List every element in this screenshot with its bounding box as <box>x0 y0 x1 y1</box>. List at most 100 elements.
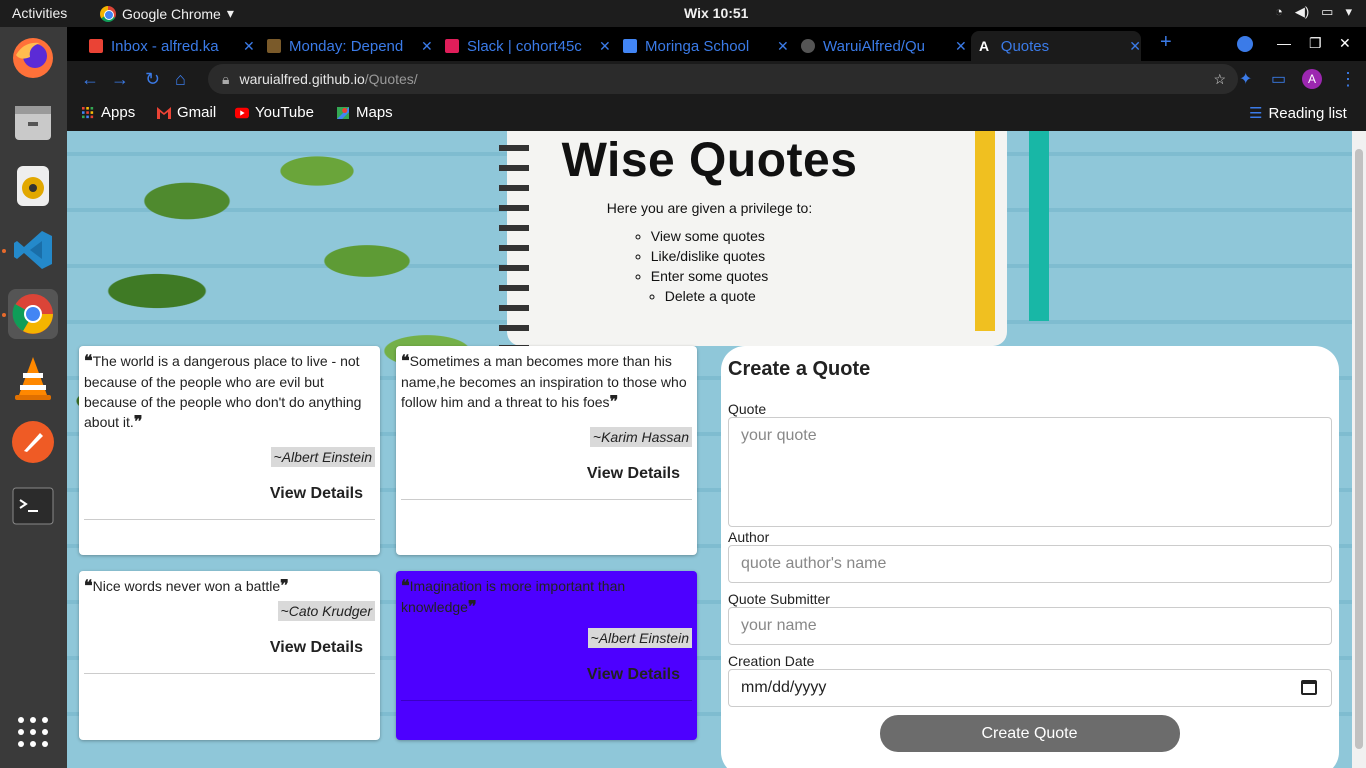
tab-quotes[interactable]: A Quotes ✕ <box>971 31 1141 61</box>
tab-title: Inbox - alfred.ka <box>111 37 219 55</box>
background-pencil <box>1029 131 1049 321</box>
close-icon[interactable]: ✕ <box>955 38 967 55</box>
vscode-icon[interactable] <box>8 225 58 275</box>
minimize-icon[interactable]: — <box>1277 35 1291 51</box>
quote-text: The world is a dangerous place to live -… <box>84 353 362 430</box>
files-icon[interactable] <box>8 97 58 147</box>
close-quote-icon: ❞ <box>609 394 619 411</box>
postman-icon[interactable] <box>8 417 58 467</box>
submitter-input[interactable]: your name <box>728 607 1332 645</box>
view-details-button[interactable]: View Details <box>84 621 375 673</box>
view-details-button[interactable]: View Details <box>401 447 692 499</box>
running-indicator <box>2 313 6 317</box>
bookmark-gmail[interactable]: Gmail <box>157 104 216 121</box>
author-input[interactable]: quote author's name <box>728 545 1332 583</box>
open-quote-icon: ❝ <box>84 353 93 370</box>
chevron-down-icon: ▾ <box>1345 4 1352 19</box>
scrollbar-thumb[interactable] <box>1355 149 1363 749</box>
bookmark-label: Apps <box>101 104 136 121</box>
reading-list-button[interactable]: ☰ Reading list <box>1249 104 1347 123</box>
forward-icon[interactable]: → <box>111 69 129 90</box>
divider <box>84 673 375 674</box>
angular-icon: A <box>979 38 990 54</box>
list-item: Enter some quotes <box>651 268 769 284</box>
show-applications-icon[interactable] <box>8 707 58 757</box>
tab-slack[interactable]: Slack | cohort45c ✕ <box>437 31 611 61</box>
bookmark-apps[interactable]: Apps <box>81 104 135 121</box>
close-icon[interactable]: ✕ <box>599 38 611 55</box>
quote-text: Nice words never won a battle <box>92 578 281 594</box>
divider <box>401 499 692 500</box>
quote-input[interactable]: your quote <box>728 417 1332 527</box>
system-top-bar: Activities Google Chrome ▾ Wix 10:51 ◔ ◀… <box>0 0 1366 27</box>
creation-date-input[interactable]: mm/dd/yyyy <box>728 669 1332 707</box>
browser-toolbar: ← → ↻ ⌂ 🔒︎ waruialfred.github.io/Quotes/… <box>67 61 1366 97</box>
url-host: waruialfred.github.io <box>239 71 365 87</box>
intro-text: Here you are given a privilege to: <box>606 200 813 216</box>
battery-icon: ▭ <box>1321 4 1334 19</box>
close-icon[interactable]: ✕ <box>1129 38 1141 55</box>
divider <box>401 700 692 701</box>
hero-section: Wise Quotes Here you are given a privile… <box>507 131 912 308</box>
view-details-button[interactable]: View Details <box>84 467 375 519</box>
close-icon[interactable]: ✕ <box>421 38 433 55</box>
chrome-icon <box>100 5 116 22</box>
quote-author: ~Cato Krudger <box>277 601 375 621</box>
activities-button[interactable]: Activities <box>12 5 67 21</box>
menu-icon[interactable]: ⋮ <box>1339 69 1357 90</box>
tab-github[interactable]: WaruiAlfred/Qu ✕ <box>793 31 967 61</box>
date-value: mm/dd/yyyy <box>741 679 827 696</box>
gmail-icon <box>157 106 171 119</box>
home-icon[interactable]: ⌂ <box>175 69 186 90</box>
bookmark-maps[interactable]: Maps <box>336 104 393 121</box>
view-details-button[interactable]: View Details <box>401 648 692 700</box>
page-title: Wise Quotes <box>561 134 858 187</box>
back-icon[interactable]: ← <box>81 69 99 90</box>
quote-author: ~Albert Einstein <box>587 628 692 648</box>
tab-search-icon[interactable] <box>1237 36 1253 52</box>
page-scrollbar[interactable] <box>1352 131 1366 768</box>
list-item: Like/dislike quotes <box>651 248 769 264</box>
system-tray[interactable]: ◔ ◀) ▭ ▾ <box>1275 4 1352 20</box>
tab-monday[interactable]: Monday: Depend ✕ <box>259 31 433 61</box>
chrome-dock-icon[interactable] <box>8 289 58 339</box>
cast-icon[interactable]: ▭ <box>1271 69 1286 89</box>
app-menu-label: Google Chrome <box>122 5 221 22</box>
quote-card: ❝Sometimes a man becomes more than his n… <box>396 346 697 555</box>
clock[interactable]: Wix 10:51 <box>684 5 748 21</box>
profile-avatar[interactable]: A <box>1302 69 1322 89</box>
create-quote-button[interactable]: Create Quote <box>879 715 1180 752</box>
tab-moringa[interactable]: Moringa School ✕ <box>615 31 789 61</box>
vlc-icon[interactable] <box>8 353 58 403</box>
quote-card-highlighted: ❝Imagination is more important than know… <box>396 571 697 740</box>
close-icon[interactable]: ✕ <box>243 38 255 55</box>
tab-title: Quotes <box>1000 37 1050 55</box>
bookmark-label: Gmail <box>177 104 217 121</box>
close-icon[interactable]: ✕ <box>777 38 789 55</box>
extensions-icon[interactable]: ✦ <box>1239 69 1252 89</box>
reload-icon[interactable]: ↻ <box>145 69 160 90</box>
address-bar[interactable]: 🔒︎ waruialfred.github.io/Quotes/ ☆ <box>208 64 1238 94</box>
open-quote-icon: ❝ <box>401 353 410 370</box>
tab-title: Slack | cohort45c <box>467 37 582 55</box>
new-tab-button[interactable]: + <box>1160 31 1172 54</box>
star-icon[interactable]: ☆ <box>1213 71 1226 88</box>
quote-text-block: ❝The world is a dangerous place to live … <box>84 351 375 433</box>
date-label: Creation Date <box>728 653 815 669</box>
terminal-icon[interactable] <box>8 481 58 531</box>
app-menu[interactable]: Google Chrome ▾ <box>100 5 234 22</box>
page-viewport: Wise Quotes Here you are given a privile… <box>67 131 1352 768</box>
close-window-icon[interactable]: ✕ <box>1339 35 1351 52</box>
tab-title: Moringa School <box>645 37 750 55</box>
firefox-icon[interactable] <box>8 33 58 83</box>
close-quote-icon: ❞ <box>133 414 143 431</box>
tab-gmail[interactable]: Inbox - alfred.ka ✕ <box>81 31 255 61</box>
bookmark-youtube[interactable]: YouTube <box>235 104 314 121</box>
maximize-icon[interactable]: ❐ <box>1309 35 1322 52</box>
running-indicator <box>2 249 6 253</box>
lock-icon: 🔒︎ <box>222 70 230 87</box>
rhythmbox-icon[interactable] <box>8 161 58 211</box>
bookmarks-bar: Apps Gmail YouTube Maps ☰ Reading list <box>67 97 1366 131</box>
privilege-list: View some quotes Like/dislike quotes Ent… <box>651 228 769 308</box>
calendar-icon[interactable] <box>1301 680 1317 695</box>
